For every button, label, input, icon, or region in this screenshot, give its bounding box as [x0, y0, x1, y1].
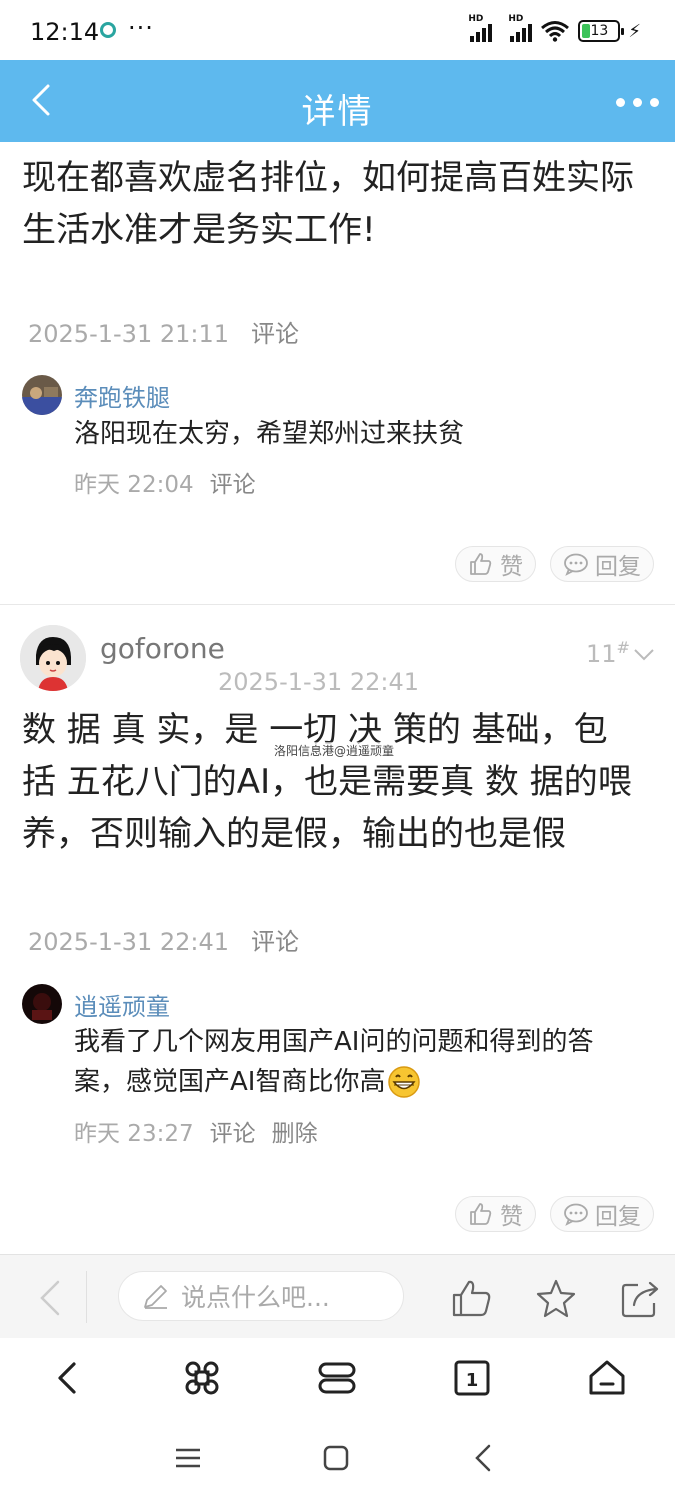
home-icon[interactable]: [587, 1358, 627, 1398]
hd-label: HD: [468, 14, 484, 24]
home-square-icon[interactable]: [322, 1444, 350, 1472]
reply-time: 昨天 22:04: [74, 472, 194, 498]
reply-button[interactable]: 回复: [550, 1196, 654, 1232]
avatar[interactable]: [22, 984, 62, 1024]
reply-text: 我看了几个网友用国产AI问的问题和得到的答 案，感觉国产AI智商比你高: [74, 1022, 664, 1102]
reply-label: 回复: [595, 1204, 641, 1230]
comment-text-line: 现在都喜欢虚名排位，如何提高百姓实际: [22, 158, 634, 198]
wifi-icon: [541, 21, 570, 42]
reply-text-line: 我看了几个网友用国产AI问的问题和得到的答: [74, 1027, 594, 1057]
charging-icon: ⚡: [628, 20, 641, 42]
comment-date: 2025-1-31 22:41: [218, 668, 419, 696]
like-label: 赞: [500, 1204, 523, 1230]
comment-link[interactable]: 评论: [251, 928, 299, 956]
chat-bubble-icon: [564, 1203, 588, 1226]
reply-username[interactable]: 奔跑铁腿: [74, 378, 170, 413]
more-options-icon[interactable]: [616, 98, 659, 107]
reply-comment-link[interactable]: 评论: [210, 472, 256, 498]
comment-input[interactable]: 说点什么吧...: [118, 1271, 404, 1321]
status-dots: ···: [128, 14, 154, 42]
browser-toolbar: 1: [0, 1338, 675, 1420]
comment-link[interactable]: 评论: [251, 320, 299, 348]
like-button[interactable]: 赞: [455, 546, 536, 582]
reply-text-line: 案，感觉国产AI智商比你高: [74, 1067, 386, 1097]
comment-body: 数 据 真 实，是 一切 决 策的 基础，包 括 五花八门的AI，也是需要真 数…: [22, 704, 667, 860]
comment-input-placeholder: 说点什么吧...: [181, 1283, 330, 1312]
reply-comment-link[interactable]: 评论: [210, 1121, 256, 1147]
share-icon[interactable]: [618, 1277, 662, 1321]
status-time: 12:14: [30, 18, 100, 46]
page-title: 详情: [301, 92, 374, 132]
like-label: 赞: [500, 554, 523, 580]
signal-icon: HD: [468, 14, 493, 42]
reply-meta: 昨天 23:27 评论 删除: [74, 1114, 318, 1148]
reply-delete-link[interactable]: 删除: [272, 1121, 318, 1147]
back-arrow-icon[interactable]: [36, 1279, 64, 1317]
floor-value: 11: [586, 640, 617, 668]
reply-label: 回复: [595, 554, 641, 580]
reply-time: 昨天 23:27: [74, 1121, 194, 1147]
back-icon[interactable]: [48, 1358, 88, 1398]
carrier-icon: [100, 22, 116, 38]
divider: [0, 604, 675, 605]
system-navigation-bar: [0, 1420, 675, 1500]
pencil-icon: [144, 1285, 167, 1309]
thumbs-up-icon: [470, 1203, 492, 1225]
reply-username[interactable]: 逍遥顽童: [74, 987, 170, 1022]
grin-emoji-icon: [388, 1066, 421, 1098]
comment-bar: 说点什么吧...: [0, 1254, 675, 1338]
comment-username[interactable]: goforone: [100, 632, 225, 665]
recents-icon[interactable]: [174, 1444, 202, 1472]
star-icon[interactable]: [534, 1277, 578, 1321]
thumbs-up-icon[interactable]: [450, 1277, 494, 1321]
apps-icon[interactable]: [182, 1358, 222, 1398]
comment-text-line: 括 五花八门的AI，也是需要真 数 据的喂: [22, 762, 632, 802]
reply-button[interactable]: 回复: [550, 546, 654, 582]
comment-date: 2025-1-31 22:41: [28, 928, 229, 956]
battery-icon: 13: [578, 20, 625, 42]
comment-meta: 2025-1-31 22:41 评论: [28, 922, 299, 957]
comment-text-line: 养，否则输入的是假，输出的也是假: [22, 814, 566, 854]
menu-icon[interactable]: [317, 1358, 357, 1398]
comment-list: 现在都喜欢虚名排位，如何提高百姓实际 生活水准才是务实工作! 2025-1-31…: [0, 142, 675, 1254]
floor-mark: #: [616, 638, 630, 657]
tabs-icon[interactable]: 1: [452, 1358, 492, 1398]
floor-number: 11#: [586, 638, 630, 668]
battery-level: 13: [590, 23, 609, 39]
signal-icon-2: HD: [508, 14, 533, 42]
like-button[interactable]: 赞: [455, 1196, 536, 1232]
comment-meta: 2025-1-31 21:11 评论: [28, 314, 299, 349]
system-back-icon[interactable]: [470, 1444, 498, 1472]
chat-bubble-icon: [564, 553, 588, 576]
watermark: 洛阳信息港@逍遥顽童: [274, 742, 395, 759]
comment-text-line: 生活水准才是务实工作!: [22, 210, 376, 250]
hd-label-2: HD: [508, 14, 524, 24]
comment-date: 2025-1-31 21:11: [28, 320, 229, 348]
avatar[interactable]: [22, 375, 62, 415]
reply-text: 洛阳现在太穷，希望郑州过来扶贫: [74, 419, 465, 449]
avatar[interactable]: [20, 625, 86, 691]
svg-text:1: 1: [466, 1370, 479, 1391]
top-navigation-bar: 详情: [0, 60, 675, 142]
reply-meta: 昨天 22:04 评论: [74, 465, 256, 499]
divider: [86, 1271, 87, 1323]
status-bar: 12:14 ··· HD HD 13 ⚡: [0, 0, 675, 60]
comment-body: 现在都喜欢虚名排位，如何提高百姓实际 生活水准才是务实工作!: [22, 152, 662, 256]
thumbs-up-icon: [470, 553, 492, 575]
chevron-down-icon[interactable]: [633, 648, 655, 662]
reply-text-line-wrap: 案，感觉国产AI智商比你高: [74, 1062, 664, 1102]
